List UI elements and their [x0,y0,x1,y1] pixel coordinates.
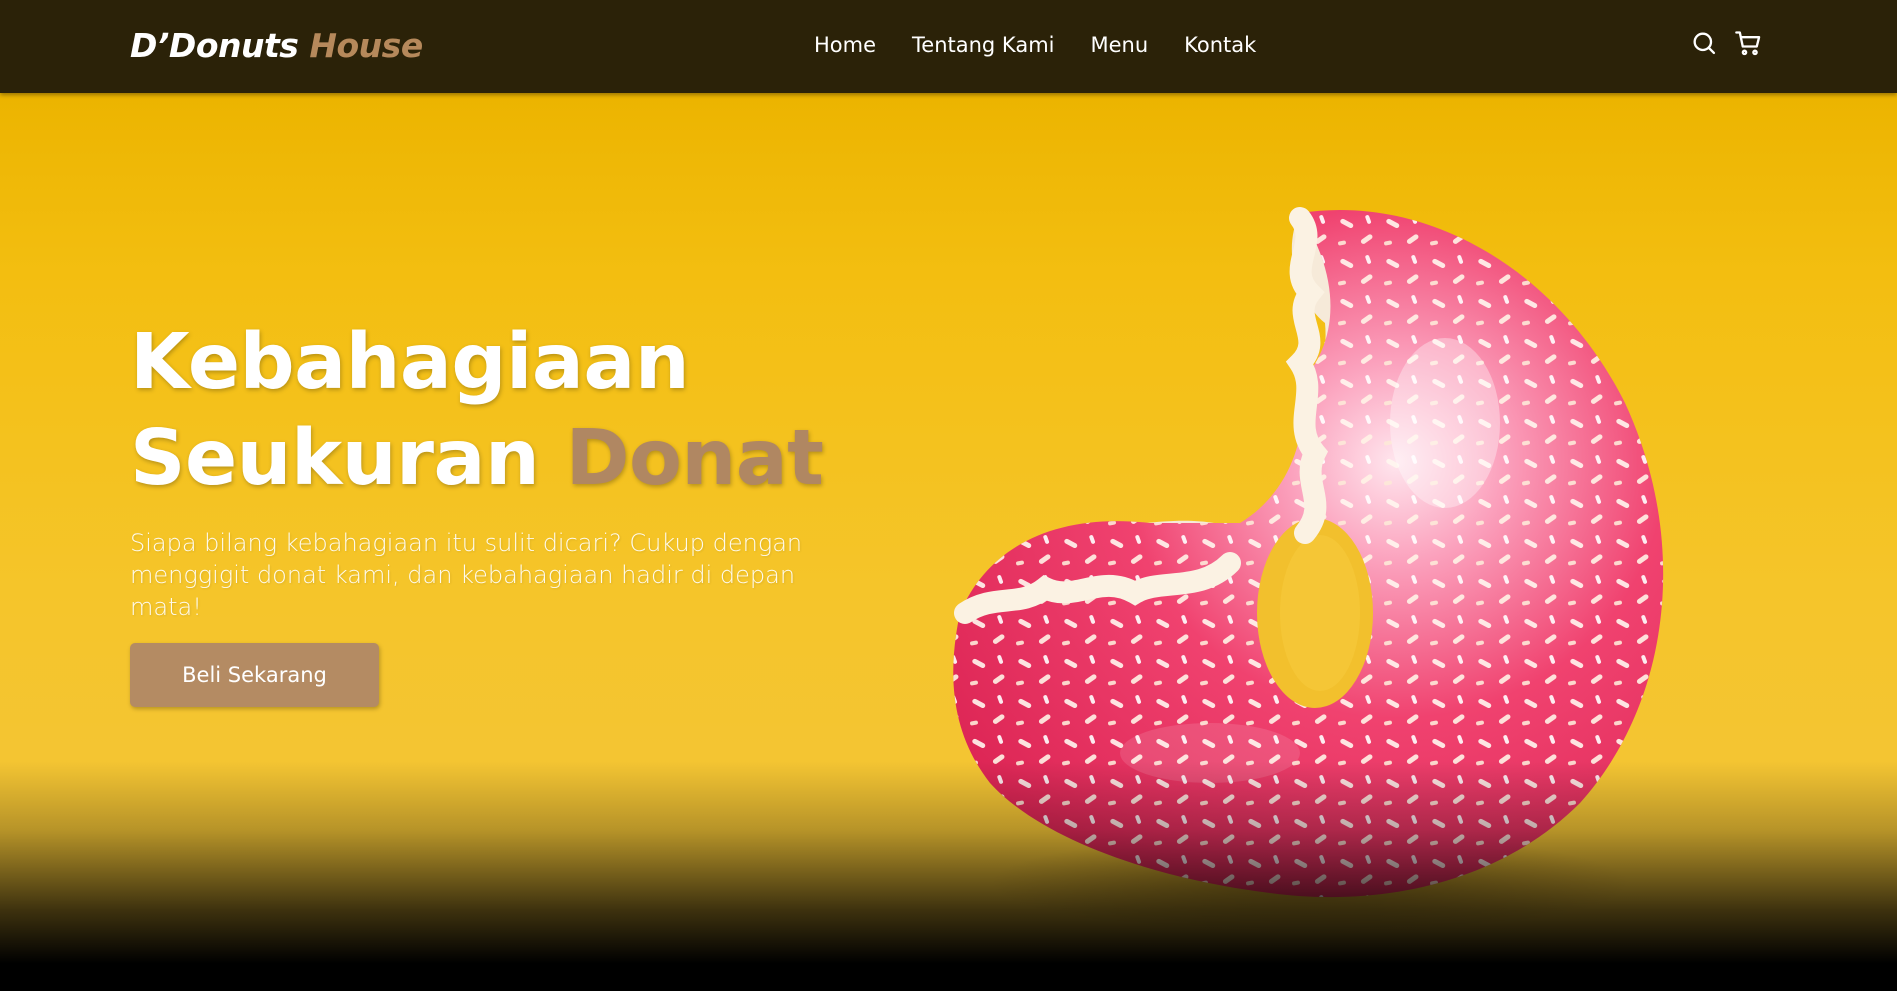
nav-link-menu[interactable]: Menu [1090,33,1148,57]
hero-description: Siapa bilang kebahagiaan itu sulit dicar… [130,529,803,621]
hero-bottom-fade [0,761,1897,991]
shopping-cart-icon[interactable] [1734,29,1762,57]
hero-title-accent: Donat [565,414,824,503]
navbar: D’Donuts House Home Tentang Kami Menu Ko… [0,0,1897,93]
hero-title-line2: Seukuran [130,414,566,503]
hero-content: Kebahagiaan Seukuran Donat Siapa bilang … [130,315,850,707]
nav-link-home[interactable]: Home [814,33,876,57]
nav-icons [1690,29,1762,57]
search-icon[interactable] [1690,29,1718,57]
nav-link-kontak[interactable]: Kontak [1184,33,1256,57]
brand-name-accent: House [298,26,423,65]
brand-name: D’Donuts [130,26,299,65]
buy-now-button[interactable]: Beli Sekarang [130,643,379,707]
hero-title: Kebahagiaan Seukuran Donat [130,315,850,507]
nav-link-tentang-kami[interactable]: Tentang Kami [912,33,1054,57]
brand-logo[interactable]: D’Donuts House [130,26,423,65]
hero-section: Kebahagiaan Seukuran Donat Siapa bilang … [0,93,1897,991]
nav-menu: Home Tentang Kami Menu Kontak [814,33,1256,57]
hero-title-line1: Kebahagiaan [130,318,690,407]
